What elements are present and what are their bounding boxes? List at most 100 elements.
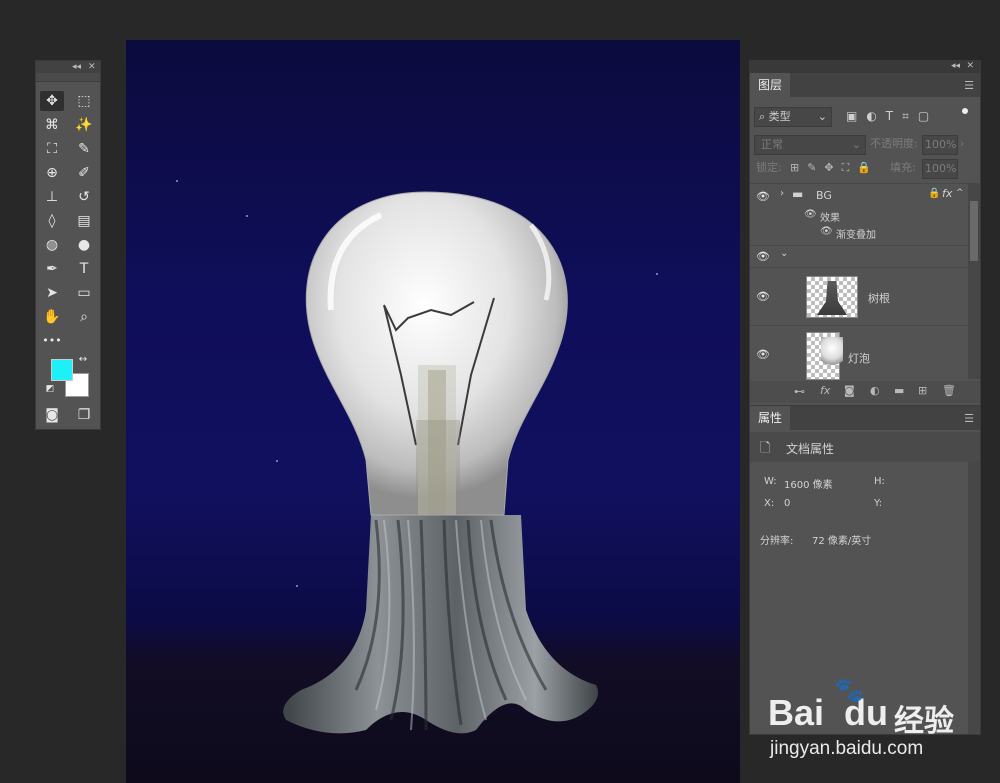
layers-tabbar: 图层 ☰ [750,73,980,97]
panel-menu-icon[interactable]: ☰ [964,79,974,92]
lightbulb-roots-artwork [283,191,599,734]
w-label: W: [764,476,777,487]
chevron-down-icon: ⌄ [851,138,861,151]
brush-tool-icon[interactable]: ✐ [72,163,96,183]
collapse-icon[interactable]: ◂◂ [72,61,81,73]
chevron-down-icon[interactable]: ⌄ [780,248,788,259]
paw-icon: 🐾 [834,677,864,704]
chevron-down-icon: ⌄ [817,110,827,123]
screen-mode-icon[interactable]: ❐ [72,405,96,425]
x-value: 0 [784,498,791,509]
baidu-jingyan-watermark: Bai du 🐾 经验 jingyan.baidu.com [768,677,998,780]
hand-tool-icon[interactable]: ✋ [40,307,64,327]
w-value: 1600 像素 [784,480,833,491]
layer-row-bulb[interactable]: 👁 灯泡 [750,325,968,380]
crop-tool-icon[interactable]: ⛶ [40,139,64,159]
eye-icon[interactable]: 👁 [820,226,833,237]
tools-panel: ◂◂ ✕ ✥ ⬚ ⌘ ✨ ⛶ ✎ ⊕ ✐ ⊥ ↺ ◊ ▤ ◍ ● ✒ T ➤ ▭… [35,60,101,430]
clone-stamp-tool-icon[interactable]: ⊥ [40,187,64,207]
fill-label: 填充: [890,161,916,174]
zoom-tool-icon[interactable]: ⌕ [72,307,96,327]
lock-icons[interactable]: ⊞✎✥⛶🔒 [790,159,879,177]
opacity-dropdown-icon[interactable]: › [960,135,970,153]
fill-input[interactable]: 100% [922,159,958,179]
eye-icon[interactable]: 👁 [804,209,817,220]
layer-row-bg[interactable]: 👁 › ▬ BG 🔒 fx ^ 👁 效果 👁 渐变叠加 [750,183,968,246]
eye-icon[interactable]: 👁 [756,290,770,303]
eraser-tool-icon[interactable]: ◊ [40,211,64,231]
magic-wand-tool-icon[interactable]: ✨ [72,115,96,135]
opacity-label: 不透明度: [870,137,918,150]
history-brush-tool-icon[interactable]: ↺ [72,187,96,207]
properties-tabbar: 属性 ☰ [750,406,980,430]
tab-properties[interactable]: 属性 [750,406,791,430]
layer-name: BG [816,189,832,202]
y-label: Y: [874,498,883,509]
layer-thumbnail [806,276,858,318]
marquee-tool-icon[interactable]: ⬚ [72,91,96,111]
layer-list: 👁 › ▬ BG 🔒 fx ^ 👁 效果 👁 渐变叠加 👁 ⌄ 👁 树根 👁 灯… [750,183,980,380]
swap-colors-icon[interactable]: ↔ [76,353,90,367]
collapse-icon[interactable]: ◂◂ [951,61,960,71]
opacity-input[interactable]: 100% [922,135,958,155]
h-label: H: [874,476,885,487]
eyedropper-tool-icon[interactable]: ✎ [72,139,96,159]
trash-icon[interactable]: 🗑 [942,384,956,397]
layer-list-scrollbar[interactable] [968,183,980,379]
foreground-color-swatch[interactable] [51,359,73,381]
eye-icon[interactable]: 👁 [756,250,770,263]
healing-brush-tool-icon[interactable]: ⊕ [40,163,64,183]
close-icon[interactable]: ✕ [88,61,96,73]
properties-header: 🗋 文档属性 [750,432,980,462]
document-icon: 🗋 [760,441,771,456]
adjustment-icon[interactable]: ◐ [870,384,880,397]
fx-icon[interactable]: fx [942,187,952,200]
blend-mode-select[interactable]: 正常 ⌄ [754,135,866,155]
more-tools-icon[interactable]: ••• [40,331,64,351]
dodge-tool-icon[interactable]: ● [72,235,96,255]
tools-panel-grip[interactable] [36,73,100,82]
layer-row-group[interactable]: 👁 ⌄ [750,245,968,268]
type-tool-icon[interactable]: T [72,259,96,279]
layer-thumbnail [806,332,843,380]
close-icon[interactable]: ✕ [966,61,974,71]
eye-icon[interactable]: 👁 [756,348,770,361]
resolution-label: 分辨率: [760,536,794,547]
tab-layers[interactable]: 图层 [750,73,791,97]
pen-tool-icon[interactable]: ✒ [40,259,64,279]
quick-mask-icon[interactable]: ◙ [40,405,64,425]
move-tool-icon[interactable]: ✥ [40,91,64,111]
layers-panel: ◂◂ ✕ 图层 ☰ ⌕ 类型 ⌄ ▣◐T⌗▢ 正常 ⌄ 不透明度: 100% ›… [749,60,981,406]
properties-title: 文档属性 [786,442,835,456]
watermark-url: jingyan.baidu.com [770,738,924,759]
lock-icon: 🔒 [928,188,941,199]
effect-gradient-overlay[interactable]: 渐变叠加 [836,226,876,241]
blur-tool-icon[interactable]: ◍ [40,235,64,255]
default-colors-icon[interactable]: ◩ [44,383,56,395]
layers-bottom-bar: ⊷ fx ◙ ◐ ▬ ⊞ 🗑 [750,381,980,403]
effects-label: 效果 [820,213,840,224]
eye-icon[interactable]: 👁 [756,190,770,203]
filter-toggle-icon[interactable] [962,108,968,114]
rectangle-tool-icon[interactable]: ▭ [72,283,96,303]
layer-filter-select[interactable]: ⌕ 类型 ⌄ [754,107,832,127]
tools-panel-header: ◂◂ ✕ [36,61,100,73]
fx-icon[interactable]: fx [820,384,830,397]
path-selection-tool-icon[interactable]: ➤ [40,283,64,303]
panel-menu-icon[interactable]: ☰ [964,412,974,425]
layer-row-roots[interactable]: 👁 树根 [750,267,968,326]
new-layer-icon[interactable]: ⊞ [918,384,927,397]
folder-icon[interactable]: ▬ [894,384,904,397]
chevron-up-icon[interactable]: ^ [956,188,964,198]
lock-label: 锁定: [756,161,782,174]
link-icon[interactable]: ⊷ [794,385,805,398]
layer-name: 灯泡 [848,352,870,365]
chevron-right-icon[interactable]: › [780,188,784,199]
lasso-tool-icon[interactable]: ⌘ [40,115,64,135]
layer-filter-icons[interactable]: ▣◐T⌗▢ [846,107,938,125]
x-label: X: [764,498,775,509]
mask-icon[interactable]: ◙ [844,384,855,397]
gradient-tool-icon[interactable]: ▤ [72,211,96,231]
search-icon: ⌕ [759,110,766,123]
document-canvas[interactable] [126,40,740,783]
